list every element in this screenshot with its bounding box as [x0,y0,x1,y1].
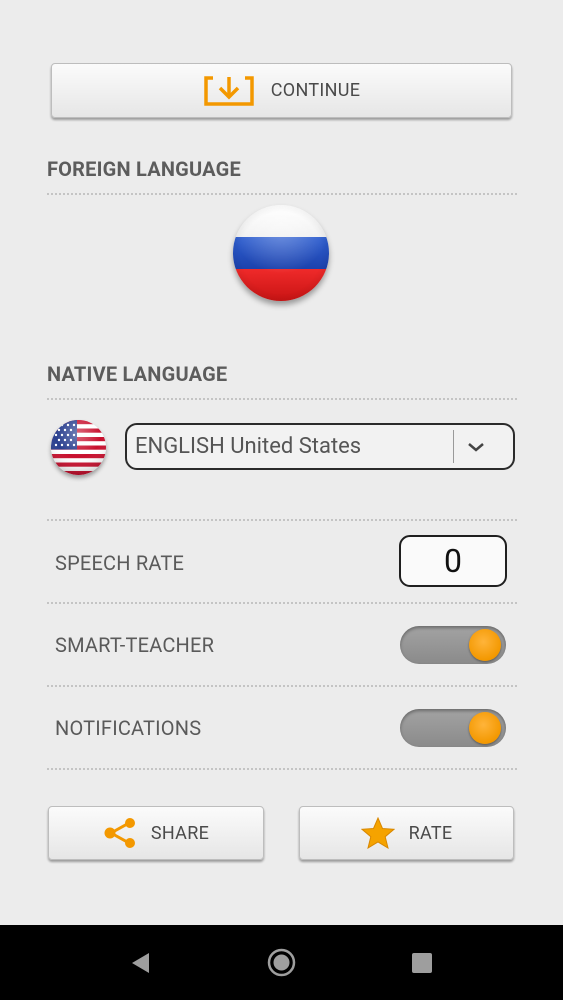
native-language-value: ENGLISH United States [135,434,362,459]
share-icon [103,818,137,848]
home-icon[interactable] [267,948,296,981]
star-icon [360,817,395,849]
native-language-select[interactable]: ENGLISH United States [125,423,515,470]
speech-rate-field[interactable]: 0 [399,535,507,587]
share-label: SHARE [150,822,210,844]
rate-label: RATE [408,822,453,844]
notifications-label: NOTIFICATIONS [55,716,202,740]
chevron-down-icon[interactable] [465,436,487,462]
download-icon [203,75,255,107]
notifications-toggle[interactable] [400,709,506,747]
settings-screen: CONTINUE FOREIGN LANGUAGE NATIVE LANGUAG… [0,0,563,925]
select-separator [453,430,454,463]
divider [47,193,517,195]
continue-button[interactable]: CONTINUE [51,63,512,118]
native-language-title: NATIVE LANGUAGE [47,362,228,386]
divider [47,768,517,770]
divider [47,398,517,400]
smart-teacher-toggle[interactable] [400,626,506,664]
recent-apps-icon[interactable] [412,953,432,973]
divider [47,519,517,521]
toggle-knob [469,712,501,744]
divider [47,602,517,604]
rate-button[interactable]: RATE [299,806,514,860]
smart-teacher-label: SMART-TEACHER [55,633,215,657]
foreign-language-title: FOREIGN LANGUAGE [47,157,241,181]
speech-rate-label: SPEECH RATE [55,551,185,575]
divider [47,685,517,687]
toggle-knob [469,629,501,661]
continue-label: CONTINUE [270,80,361,101]
back-icon[interactable] [131,952,151,978]
share-button[interactable]: SHARE [48,806,264,860]
russia-flag-icon[interactable] [233,205,329,301]
usa-flag-icon [51,420,106,475]
